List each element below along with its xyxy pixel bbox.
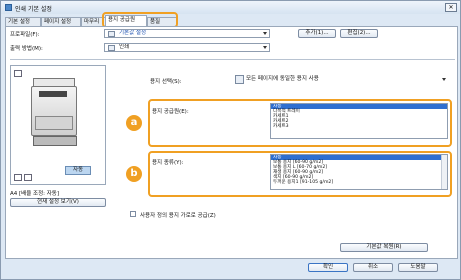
profile-select[interactable]: 기본값 설정	[104, 29, 270, 38]
chevron-down-icon	[263, 46, 267, 49]
profile-label: 프로파일(F):	[10, 32, 40, 38]
output-method-select[interactable]: 인쇄	[104, 43, 270, 52]
paper-type-label: 용지 종류(Y):	[152, 160, 184, 166]
pages-icon	[235, 75, 244, 84]
tab-panel: 프로파일(F): 기본값 설정 추가(1)... 편집(2)... 출력 방법(…	[5, 26, 458, 259]
print-icon	[108, 45, 115, 51]
printer-image-tray	[35, 116, 73, 130]
printer-image-base	[33, 136, 77, 146]
window-title: 인쇄 기본 설정	[15, 6, 52, 13]
custom-paper-checkbox[interactable]	[130, 211, 136, 217]
printer-preview: 자동	[10, 65, 106, 185]
paper-select[interactable]: 모든 페이지에 동일한 용지 사용	[232, 73, 448, 87]
auto-source-indicator: 자동	[65, 166, 91, 175]
title-bar: 인쇄 기본 설정 ✕	[1, 1, 460, 14]
cancel-button[interactable]: 취소	[353, 263, 393, 272]
paper-select-value: 모든 페이지에 동일한 용지 사용	[246, 76, 319, 82]
paper-type-list[interactable]: 자동 보통 용지 [60-90 g/m2] 보통 용지 L [60-70 g/m…	[270, 154, 448, 190]
paper-source-label: 용지 공급원(E):	[152, 109, 189, 115]
tab-basic[interactable]: 기본 설정	[5, 17, 41, 26]
list-item[interactable]: 카세트3	[271, 124, 447, 129]
restore-defaults-button[interactable]: 기본값 복원(R)	[340, 243, 428, 252]
settings-view-icon[interactable]	[24, 174, 32, 181]
profile-value: 기본값 설정	[119, 30, 147, 36]
ok-button[interactable]: 확인	[308, 263, 348, 272]
custom-paper-label: 사용자 정의 용지 가로로 공급(Z)	[140, 213, 216, 219]
callout-badge-a: a	[126, 115, 142, 131]
tab-paper-source[interactable]: 용지 공급원	[105, 15, 147, 26]
printer-app-icon	[5, 4, 12, 11]
callout-badge-b: b	[126, 166, 142, 182]
scrollbar[interactable]	[441, 155, 447, 189]
edit-profile-button[interactable]: 편집(2)...	[340, 29, 378, 38]
output-method-label: 출력 방법(M):	[10, 46, 43, 52]
chevron-down-icon	[263, 32, 267, 35]
divider	[10, 59, 455, 60]
output-method-value: 인쇄	[119, 44, 130, 50]
page-layout-icon[interactable]	[14, 70, 22, 77]
view-settings-button[interactable]: 현재 설정 보기(V)	[10, 198, 106, 207]
close-button[interactable]: ✕	[445, 3, 457, 12]
tab-page-setup[interactable]: 페이지 설정	[41, 17, 81, 26]
printer-view-icon[interactable]	[14, 174, 22, 181]
print-preferences-window: 인쇄 기본 설정 ✕ 기본 설정 페이지 설정 마무리 용지 공급원 품질 프로…	[0, 0, 461, 280]
list-item[interactable]: 두꺼운 용지1 [91-105 g/m2]	[271, 180, 447, 185]
profile-icon	[108, 31, 115, 37]
help-button[interactable]: 도움말	[398, 263, 438, 272]
paper-source-list[interactable]: 자동 다목적 트레이 카세트1 카세트2 카세트3	[270, 103, 448, 139]
preview-status: A4 [배율 조정: 자동]	[10, 191, 60, 197]
chevron-down-icon	[442, 78, 446, 81]
paper-select-label: 용지 선택(S):	[150, 79, 182, 85]
printer-image-panel	[39, 91, 67, 97]
add-profile-button[interactable]: 추가(1)...	[298, 29, 336, 38]
